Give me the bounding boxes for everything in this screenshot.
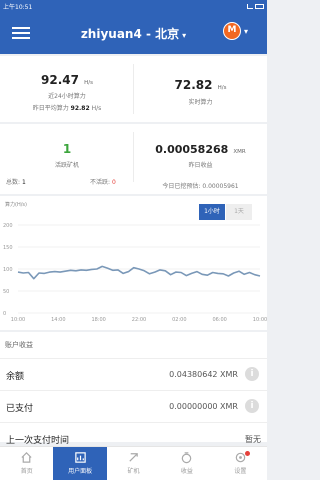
realtime-hashrate-label: 实时算力 — [188, 99, 213, 106]
active-workers-label: 活跃矿机 — [54, 162, 79, 169]
inactive-workers-value: 0 — [111, 179, 116, 186]
active-workers-count: 1 — [62, 142, 72, 156]
header-title: zhiyuan4 - 北京 — [80, 27, 180, 41]
chart-x-tick: 14:00 — [51, 317, 65, 323]
paid-label: 已支付 — [6, 404, 34, 414]
balance-label: 余额 — [6, 372, 25, 382]
last-payment-value: 暂无 — [245, 435, 261, 444]
chart-x-tick: 10:00 — [253, 317, 267, 323]
paid-row[interactable]: 已支付 0.00000000 XMR i — [0, 390, 267, 422]
chart-y-tick: 0 — [3, 311, 6, 317]
tab-workers-label: 矿机 — [127, 468, 140, 475]
battery-icon — [255, 3, 264, 9]
tab-home-label: 首页 — [20, 468, 33, 475]
dashboard-icon — [74, 452, 86, 463]
yesterday-earnings-label: 昨日收益 — [188, 162, 213, 169]
yesterday-earnings-value: 0.00058268 — [155, 143, 229, 156]
chart-y-tick: 200 — [3, 223, 13, 229]
range-1h-button[interactable]: 1小时 — [199, 204, 225, 220]
info-icon[interactable]: i — [245, 367, 259, 381]
chart-y-tick: 100 — [3, 267, 13, 273]
coin-chevron-down-icon[interactable]: ▾ — [244, 27, 248, 36]
chart-x-tick: 10:00 — [11, 317, 25, 323]
chevron-down-icon: ▾ — [182, 31, 187, 40]
balance-value: 0.04380642 XMR — [169, 370, 238, 379]
workers-earnings-card: 1 活跃矿机 总数: 1 不活跃: 0 0.00058268 XMR 昨日收益 … — [0, 124, 267, 194]
hashrate-series-line — [17, 265, 261, 280]
hashrate-24h-label: 近24小时算力 — [48, 93, 86, 100]
realtime-hashrate-unit: H/s — [217, 85, 227, 91]
active-workers-panel[interactable]: 1 活跃矿机 总数: 1 不活跃: 0 — [0, 124, 134, 194]
home-icon — [21, 452, 32, 463]
hashrate-24h-panel: 92.47 H/s 近24小时算力 昨日平均算力 92.82 H/s — [0, 56, 134, 122]
paid-value: 0.00000000 XMR — [169, 402, 238, 411]
today-forecast-value: 0.00005961 — [202, 183, 239, 190]
realtime-hashrate-value: 72.82 — [174, 78, 213, 92]
hashrate-24h-value: 92.47 — [41, 73, 79, 87]
range-1d-button[interactable]: 1天 — [226, 204, 252, 220]
chart-y-tick: 50 — [3, 289, 9, 295]
tab-earnings[interactable]: 收益 — [160, 447, 213, 480]
chart-y-tick: 150 — [3, 245, 13, 251]
bottom-tab-bar: 首页 用户面板 矿机 收益 设置 — [0, 446, 267, 480]
yesterday-avg-unit: H/s — [91, 105, 102, 112]
tab-settings[interactable]: 设置 — [214, 447, 267, 480]
status-icons — [247, 3, 264, 9]
today-forecast-label: 今日已挖预估: — [162, 183, 201, 190]
tab-dashboard[interactable]: 用户面板 — [53, 447, 107, 480]
app-header: zhiyuan4 - 北京 ▾ M ▾ — [0, 12, 267, 54]
chart-x-tick: 22:00 — [132, 317, 146, 323]
total-workers-label: 总数: — [6, 179, 21, 186]
total-workers-value: 1 — [21, 179, 26, 186]
yesterday-avg-value: 92.82 — [70, 105, 90, 112]
chart-x-tick: 18:00 — [91, 317, 105, 323]
yesterday-earnings-panel: 0.00058268 XMR 昨日收益 今日已挖预估: 0.00005961 — [134, 124, 267, 194]
last-payment-label: 上一次支付时间 — [6, 436, 70, 446]
hashrate-24h-unit: H/s — [84, 80, 93, 86]
tab-settings-label: 设置 — [234, 468, 247, 475]
account-earnings-title: 账户收益 — [5, 341, 33, 349]
tab-earnings-label: 收益 — [180, 468, 193, 475]
monero-coin-icon[interactable]: M — [223, 22, 241, 40]
status-time: 上午10:51 — [3, 3, 33, 11]
info-icon[interactable]: i — [245, 399, 259, 413]
tab-dashboard-label: 用户面板 — [68, 468, 93, 475]
worker-icon — [129, 453, 138, 462]
tab-home[interactable]: 首页 — [0, 447, 53, 480]
chart-x-tick: 02:00 — [172, 317, 186, 323]
balance-row[interactable]: 余额 0.04380642 XMR i — [0, 358, 267, 390]
realtime-hashrate-panel: 72.82 H/s 实时算力 — [134, 56, 267, 122]
notification-dot — [244, 451, 250, 456]
signal-icon — [247, 3, 253, 9]
inactive-workers-label: 不活跃: — [90, 179, 111, 186]
tab-workers[interactable]: 矿机 — [107, 447, 160, 480]
chart-x-tick: 06:00 — [212, 317, 226, 323]
status-bar: 上午10:51 — [0, 0, 267, 12]
account-earnings-card: 账户收益 余额 0.04380642 XMR i 已支付 0.00000000 … — [0, 332, 267, 446]
wallet-icon — [182, 452, 192, 464]
yesterday-avg-label: 昨日平均算力 — [32, 105, 69, 112]
yesterday-earnings-unit: XMR — [233, 149, 246, 155]
hashrate-card: 92.47 H/s 近24小时算力 昨日平均算力 92.82 H/s 72.82… — [0, 56, 267, 122]
